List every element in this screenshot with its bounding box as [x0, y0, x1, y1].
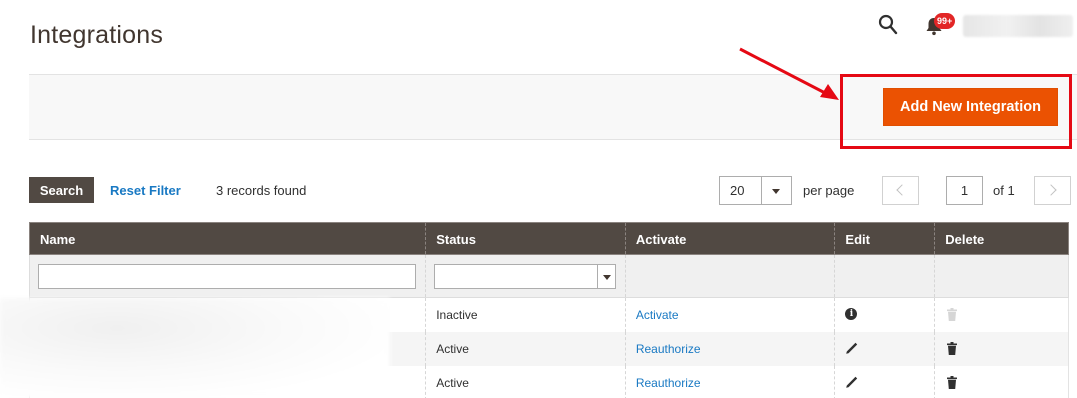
records-found-text: 3 records found	[216, 183, 307, 198]
status-filter-select[interactable]	[434, 264, 617, 289]
previous-page-button[interactable]	[882, 176, 919, 205]
pencil-icon[interactable]	[845, 376, 858, 389]
activate-link[interactable]: Activate	[636, 308, 679, 322]
chevron-left-icon	[896, 184, 908, 196]
trash-icon[interactable]	[947, 342, 958, 355]
grid-filter-row	[29, 255, 1069, 298]
per-page-select[interactable]: 20	[719, 176, 792, 205]
user-account-blurred[interactable]	[963, 15, 1073, 37]
reauthorize-link[interactable]: Reauthorize	[636, 376, 701, 390]
per-page-value: 20	[730, 183, 745, 198]
status-cell: Active	[425, 332, 625, 366]
column-header-delete: Delete	[934, 223, 1068, 254]
column-header-status[interactable]: Status	[425, 223, 625, 254]
grid-header-row: Name Status Activate Edit Delete	[29, 222, 1069, 255]
name-filter-input[interactable]	[38, 264, 416, 289]
next-page-button[interactable]	[1034, 176, 1071, 205]
status-cell: Active	[425, 366, 625, 398]
info-icon[interactable]: i	[845, 308, 858, 320]
chevron-right-icon	[1045, 184, 1057, 196]
page-title: Integrations	[30, 21, 164, 49]
per-page-dropdown-toggle[interactable]	[761, 177, 791, 204]
pencil-icon[interactable]	[845, 342, 858, 355]
chevron-down-icon	[603, 275, 612, 280]
per-page-label: per page	[803, 183, 855, 198]
total-pages-text: of 1	[993, 183, 1015, 198]
header-actions: 99+	[857, 8, 1077, 42]
column-header-edit: Edit	[834, 223, 934, 254]
reauthorize-link[interactable]: Reauthorize	[636, 342, 701, 356]
add-new-integration-button[interactable]: Add New Integration	[883, 88, 1058, 126]
chevron-down-icon	[772, 189, 780, 194]
search-icon[interactable]	[878, 14, 898, 36]
column-header-activate: Activate	[624, 223, 835, 254]
status-cell: Inactive	[425, 298, 625, 332]
search-button[interactable]: Search	[29, 177, 94, 203]
current-page-input[interactable]	[946, 176, 983, 205]
notifications-badge[interactable]: 99+	[934, 13, 956, 29]
trash-icon-disabled	[947, 308, 958, 321]
column-header-name[interactable]: Name	[30, 223, 425, 254]
trash-icon[interactable]	[947, 376, 958, 389]
integration-names-blurred	[0, 298, 390, 398]
reset-filter-link[interactable]: Reset Filter	[110, 183, 181, 198]
